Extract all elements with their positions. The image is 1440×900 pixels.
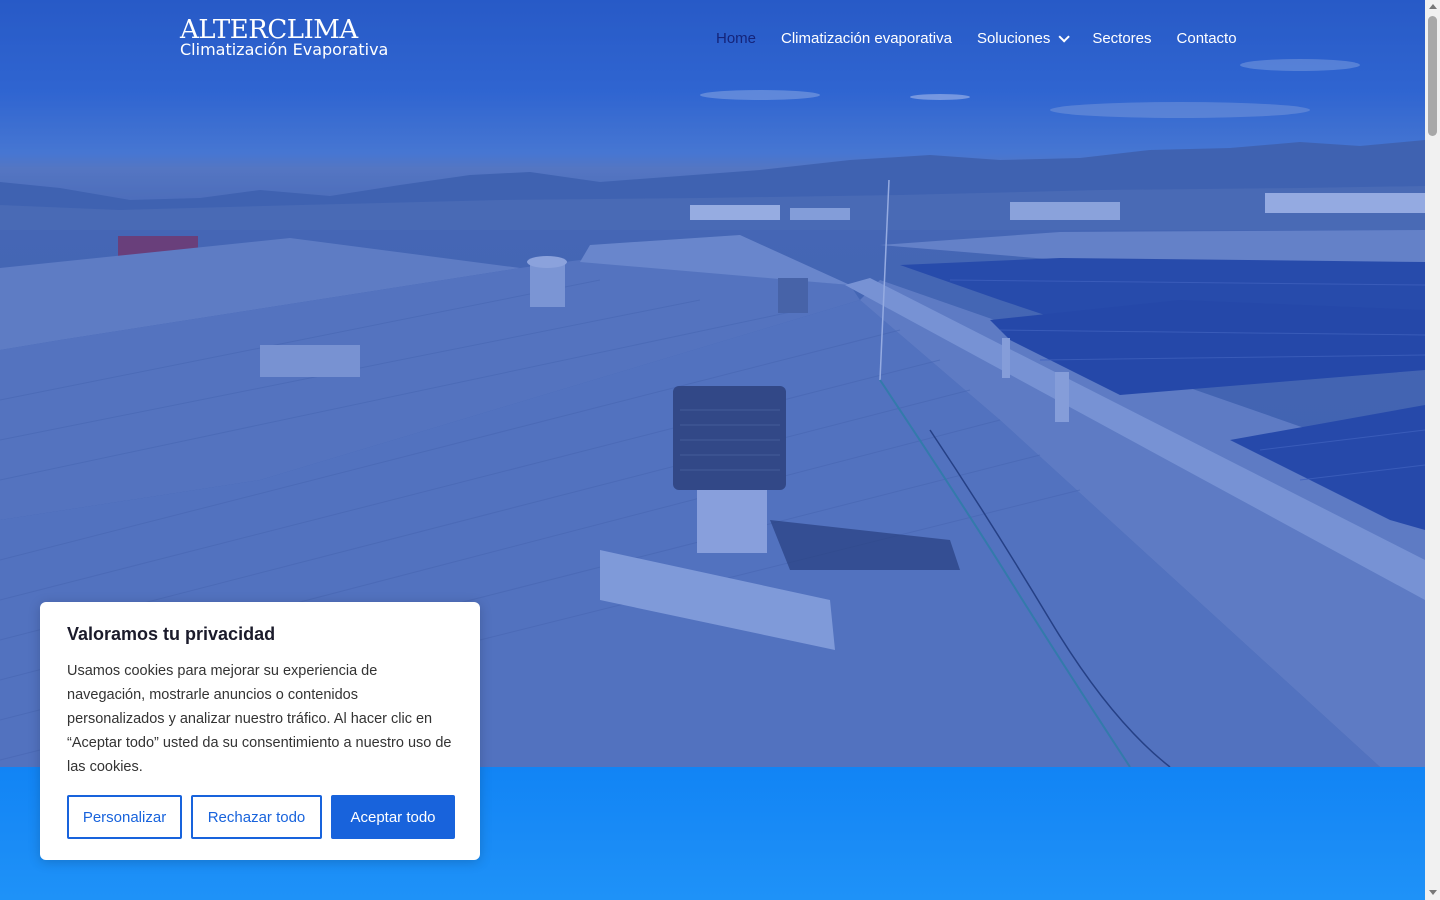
customize-button[interactable]: Personalizar (67, 795, 182, 839)
site-logo[interactable]: ALTERCLIMA Climatización Evaporativa (180, 16, 388, 58)
logo-subtitle: Climatización Evaporativa (180, 40, 389, 59)
nav-home[interactable]: Home (716, 30, 756, 47)
main-nav: Home Climatización evaporativa Solucione… (716, 30, 1237, 47)
page-scrollbar[interactable] (1425, 0, 1440, 900)
cookie-consent-dialog: Valoramos tu privacidad Usamos cookies p… (40, 602, 480, 860)
cookie-title: Valoramos tu privacidad (67, 624, 276, 644)
scrollbar-thumb[interactable] (1428, 16, 1437, 136)
nav-contacto[interactable]: Contacto (1177, 30, 1237, 47)
chevron-down-icon (1058, 30, 1071, 43)
reject-all-button[interactable]: Rechazar todo (191, 795, 322, 839)
nav-soluciones-label: Soluciones (976, 30, 1051, 47)
cookie-description: Usamos cookies para mejorar su experienc… (67, 663, 452, 775)
nav-soluciones[interactable]: Soluciones (976, 30, 1071, 47)
accept-all-button[interactable]: Aceptar todo (331, 795, 455, 839)
nav-climatizacion-evaporativa[interactable]: Climatización evaporativa (781, 30, 952, 47)
scroll-down-arrow-icon[interactable] (1429, 890, 1437, 895)
cookie-buttons: Personalizar Rechazar todo Aceptar todo (67, 795, 455, 839)
scroll-up-arrow-icon[interactable] (1429, 4, 1437, 9)
nav-sectores[interactable]: Sectores (1092, 30, 1151, 47)
